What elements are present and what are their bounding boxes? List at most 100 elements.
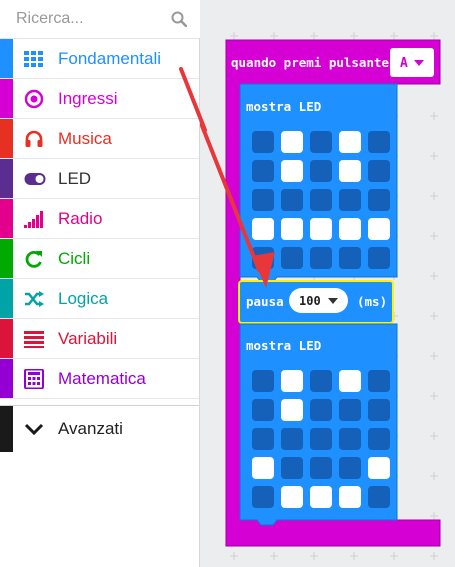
led-cell[interactable] <box>252 457 274 479</box>
led-cell[interactable] <box>339 131 361 153</box>
category-variabili[interactable]: Variabili <box>0 319 199 359</box>
category-label: Matematica <box>58 369 146 388</box>
category-color-bar <box>0 279 13 318</box>
chevron-down-icon <box>24 423 44 436</box>
category-color-bar <box>0 119 13 158</box>
shuffle-icon <box>25 291 44 307</box>
led-cell[interactable] <box>339 189 361 211</box>
led-cell[interactable] <box>281 247 303 269</box>
event-block-label: quando premi pulsante <box>231 55 390 70</box>
workspace-canvas: quando premi pulsante A mostra LED pausa… <box>200 0 455 567</box>
led-cell[interactable] <box>339 457 361 479</box>
pause-label: pausa <box>246 294 284 309</box>
led-cell[interactable] <box>339 247 361 269</box>
led-cell[interactable] <box>310 218 332 240</box>
category-radio[interactable]: Radio <box>0 199 199 239</box>
category-color-bar <box>0 239 13 278</box>
category-label: Radio <box>58 209 103 228</box>
led-cell[interactable] <box>310 131 332 153</box>
led-cell[interactable] <box>252 218 274 240</box>
led-cell[interactable] <box>368 457 390 479</box>
led-cell[interactable] <box>252 131 274 153</box>
signal-bars-icon <box>24 211 43 228</box>
led-cell[interactable] <box>339 218 361 240</box>
led-cell[interactable] <box>310 160 332 182</box>
search-input[interactable] <box>0 0 200 38</box>
pause-value: 100 <box>299 294 321 308</box>
category-label: LED <box>58 169 92 188</box>
category-color-bar <box>0 406 13 452</box>
category-label: Fondamentali <box>58 49 162 68</box>
led-cell[interactable] <box>339 486 361 508</box>
led-cell[interactable] <box>281 131 303 153</box>
led-cell[interactable] <box>339 399 361 421</box>
loop-arrow-icon <box>25 250 42 268</box>
led-cell[interactable] <box>281 189 303 211</box>
led-cell[interactable] <box>252 428 274 450</box>
category-color-bar <box>0 359 13 398</box>
category-color-bar <box>0 159 13 198</box>
led-cell[interactable] <box>281 218 303 240</box>
show-leds-label: mostra LED <box>246 338 321 353</box>
led-cell[interactable] <box>252 370 274 392</box>
grid-icon <box>24 51 43 67</box>
divider <box>0 399 199 406</box>
toggle-icon <box>24 173 46 185</box>
led-cell[interactable] <box>368 370 390 392</box>
led-cell[interactable] <box>368 131 390 153</box>
workspace[interactable]: quando premi pulsante A mostra LED pausa… <box>200 0 455 567</box>
category-matematica[interactable]: Matematica <box>0 359 199 399</box>
toolbox: Fondamentali Ingressi Musica LED <box>0 0 200 567</box>
category-color-bar <box>0 199 13 238</box>
led-cell[interactable] <box>310 370 332 392</box>
led-cell[interactable] <box>281 457 303 479</box>
category-led[interactable]: LED <box>0 159 199 199</box>
category-musica[interactable]: Musica <box>0 119 199 159</box>
led-cell[interactable] <box>310 399 332 421</box>
led-cell[interactable] <box>281 160 303 182</box>
led-grid-1[interactable] <box>252 131 390 269</box>
led-cell[interactable] <box>339 160 361 182</box>
led-cell[interactable] <box>252 189 274 211</box>
lines-icon <box>24 331 44 348</box>
led-grid-2[interactable] <box>252 370 390 508</box>
led-cell[interactable] <box>368 218 390 240</box>
category-cicli[interactable]: Cicli <box>0 239 199 279</box>
led-cell[interactable] <box>310 428 332 450</box>
led-cell[interactable] <box>252 160 274 182</box>
category-label: Avanzati <box>58 419 123 438</box>
led-cell[interactable] <box>310 486 332 508</box>
led-cell[interactable] <box>310 457 332 479</box>
led-cell[interactable] <box>310 247 332 269</box>
search-bar <box>0 0 200 39</box>
led-cell[interactable] <box>339 370 361 392</box>
led-cell[interactable] <box>281 399 303 421</box>
led-cell[interactable] <box>281 370 303 392</box>
led-cell[interactable] <box>310 189 332 211</box>
button-dropdown-value: A <box>400 56 408 71</box>
led-cell[interactable] <box>281 428 303 450</box>
led-cell[interactable] <box>368 160 390 182</box>
category-color-bar <box>0 39 13 78</box>
category-color-bar <box>0 79 13 118</box>
led-cell[interactable] <box>368 399 390 421</box>
search-icon[interactable] <box>171 11 187 27</box>
led-cell[interactable] <box>368 486 390 508</box>
target-icon <box>24 89 44 109</box>
category-ingressi[interactable]: Ingressi <box>0 79 199 119</box>
led-cell[interactable] <box>368 189 390 211</box>
led-cell[interactable] <box>339 428 361 450</box>
calculator-icon <box>24 369 44 389</box>
led-cell[interactable] <box>252 486 274 508</box>
category-fondamentali[interactable]: Fondamentali <box>0 39 199 79</box>
button-dropdown[interactable] <box>390 48 434 77</box>
category-label: Musica <box>58 129 112 148</box>
led-cell[interactable] <box>368 428 390 450</box>
category-logica[interactable]: Logica <box>0 279 199 319</box>
led-cell[interactable] <box>368 247 390 269</box>
led-cell[interactable] <box>281 486 303 508</box>
led-cell[interactable] <box>252 399 274 421</box>
category-avanzati[interactable]: Avanzati <box>0 406 199 452</box>
category-label: Logica <box>58 289 109 308</box>
show-leds-label: mostra LED <box>246 99 321 114</box>
